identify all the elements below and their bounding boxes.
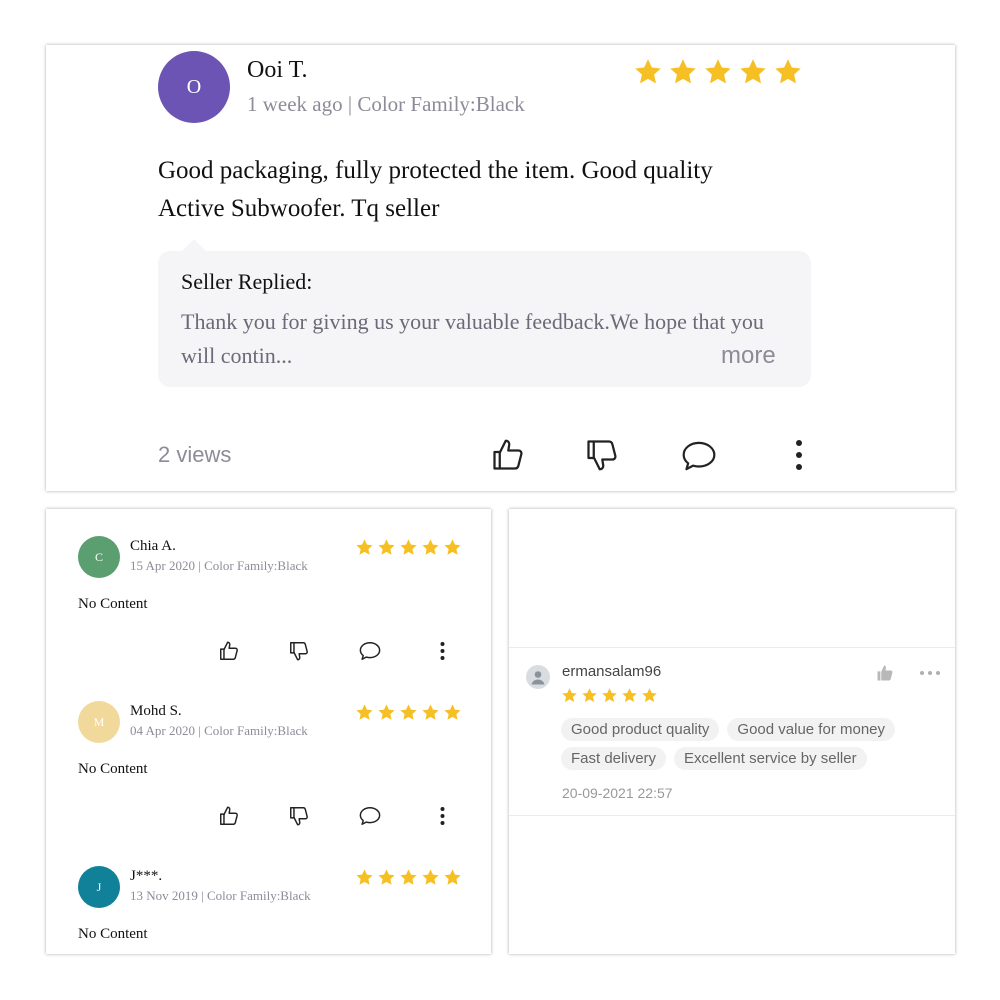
seller-reply-text: Thank you for giving us your valuable fe… [181, 309, 764, 368]
more-options-button[interactable] [434, 804, 450, 828]
tag-row: Fast delivery Excellent service by seller [561, 747, 941, 770]
star-icon [642, 688, 657, 702]
review-content: No Content [78, 761, 148, 777]
more-vertical-icon [440, 807, 444, 825]
divider [509, 815, 955, 816]
username: ermansalam96 [562, 663, 662, 680]
like-button[interactable] [488, 435, 528, 475]
like-button[interactable] [874, 662, 896, 684]
reviewer-name: Ooi T. [247, 57, 308, 83]
reviewer-name: Mohd S. [130, 703, 182, 719]
seller-reply-title: Seller Replied: [181, 269, 313, 294]
more-horizontal-icon [920, 671, 940, 675]
review-meta: 15 Apr 2020 | Color Family:Black [130, 558, 308, 573]
tag-chip: Good product quality [561, 718, 720, 741]
star-icon [444, 869, 461, 885]
divider [509, 647, 955, 648]
tag-chip: Good value for money [727, 718, 896, 741]
rating-stars [355, 868, 465, 887]
comment-icon [682, 441, 716, 471]
review-meta: 13 Nov 2019 | Color Family:Black [130, 888, 311, 903]
star-icon [602, 688, 617, 702]
review-meta: 1 week ago | Color Family:Black [247, 92, 525, 116]
star-icon [444, 704, 461, 720]
avatar-letter: M [93, 714, 105, 729]
review-content: Good packaging, fully protected the item… [158, 157, 713, 222]
thumbs-down-icon [290, 807, 308, 826]
thumbs-down-icon [587, 440, 617, 471]
star-icon [422, 869, 439, 885]
avatar[interactable]: M [78, 701, 120, 743]
user-avatar[interactable] [526, 665, 550, 689]
reviewer-name: J***. [130, 868, 163, 884]
comment-button[interactable] [678, 436, 720, 476]
avatar[interactable]: O [158, 51, 230, 123]
more-vertical-icon [796, 440, 802, 470]
star-icon [562, 688, 577, 702]
thumbs-up-icon [220, 806, 238, 825]
tag-chip: Excellent service by seller [674, 747, 867, 770]
more-link[interactable]: more [721, 342, 776, 370]
star-icon [356, 869, 373, 885]
thumbs-down-icon [290, 642, 308, 661]
rating-stars [633, 57, 808, 87]
star-icon [422, 539, 439, 555]
dislike-button[interactable] [287, 804, 311, 828]
tag-list: Good product quality Good value for money… [561, 718, 941, 770]
star-icon [635, 59, 661, 84]
thumbs-up-icon [493, 439, 523, 470]
avatar[interactable]: J [78, 866, 120, 908]
rating-stars [561, 687, 661, 704]
more-options-button[interactable] [784, 435, 814, 475]
comment-icon [359, 642, 381, 660]
star-icon [422, 704, 439, 720]
seller-reply-box: Seller Replied: Thank you for giving us … [158, 251, 811, 387]
like-button[interactable] [217, 804, 241, 828]
dislike-button[interactable] [287, 639, 311, 663]
star-icon [775, 59, 801, 84]
star-icon [444, 539, 461, 555]
star-icon [400, 539, 417, 555]
dislike-button[interactable] [582, 435, 622, 475]
user-avatar-icon [531, 671, 545, 685]
star-icon [378, 869, 395, 885]
comment-button[interactable] [357, 639, 383, 663]
main-review-card: O Ooi T. 1 week ago | Color Family:Black… [46, 45, 955, 491]
review-meta: 04 Apr 2020 | Color Family:Black [130, 723, 308, 738]
more-options-button[interactable] [917, 662, 943, 684]
star-icon [670, 59, 696, 84]
comment-button[interactable] [357, 804, 383, 828]
avatar-letter: C [94, 549, 103, 564]
review-content: No Content [78, 596, 148, 612]
tag-chip: Fast delivery [561, 747, 667, 770]
more-options-button[interactable] [434, 639, 450, 663]
star-icon [582, 688, 597, 702]
star-icon [356, 539, 373, 555]
thumbs-up-icon [220, 641, 238, 660]
views-count: 2 views [158, 442, 232, 467]
tagged-review-card: ermansalam96 Good product quality Good va… [509, 509, 955, 954]
review-content: No Content [78, 926, 148, 942]
star-icon [400, 869, 417, 885]
star-icon [400, 704, 417, 720]
reviewer-name: Chia A. [130, 538, 176, 554]
avatar-letter: O [186, 75, 202, 98]
review-timestamp: 20-09-2021 22:57 [562, 785, 673, 801]
like-button[interactable] [217, 639, 241, 663]
star-icon [705, 59, 731, 84]
review-list-card: C Chia A. 15 Apr 2020 | Color Family:Bla… [46, 509, 491, 954]
star-icon [622, 688, 637, 702]
rating-stars [355, 703, 465, 722]
star-icon [356, 704, 373, 720]
more-vertical-icon [440, 642, 444, 660]
star-icon [378, 539, 395, 555]
avatar[interactable]: C [78, 536, 120, 578]
rating-stars [355, 538, 465, 557]
star-icon [740, 59, 766, 84]
tag-row: Good product quality Good value for money [561, 718, 941, 741]
comment-icon [359, 807, 381, 825]
like-icon [877, 665, 893, 681]
avatar-letter: J [96, 879, 102, 894]
star-icon [378, 704, 395, 720]
